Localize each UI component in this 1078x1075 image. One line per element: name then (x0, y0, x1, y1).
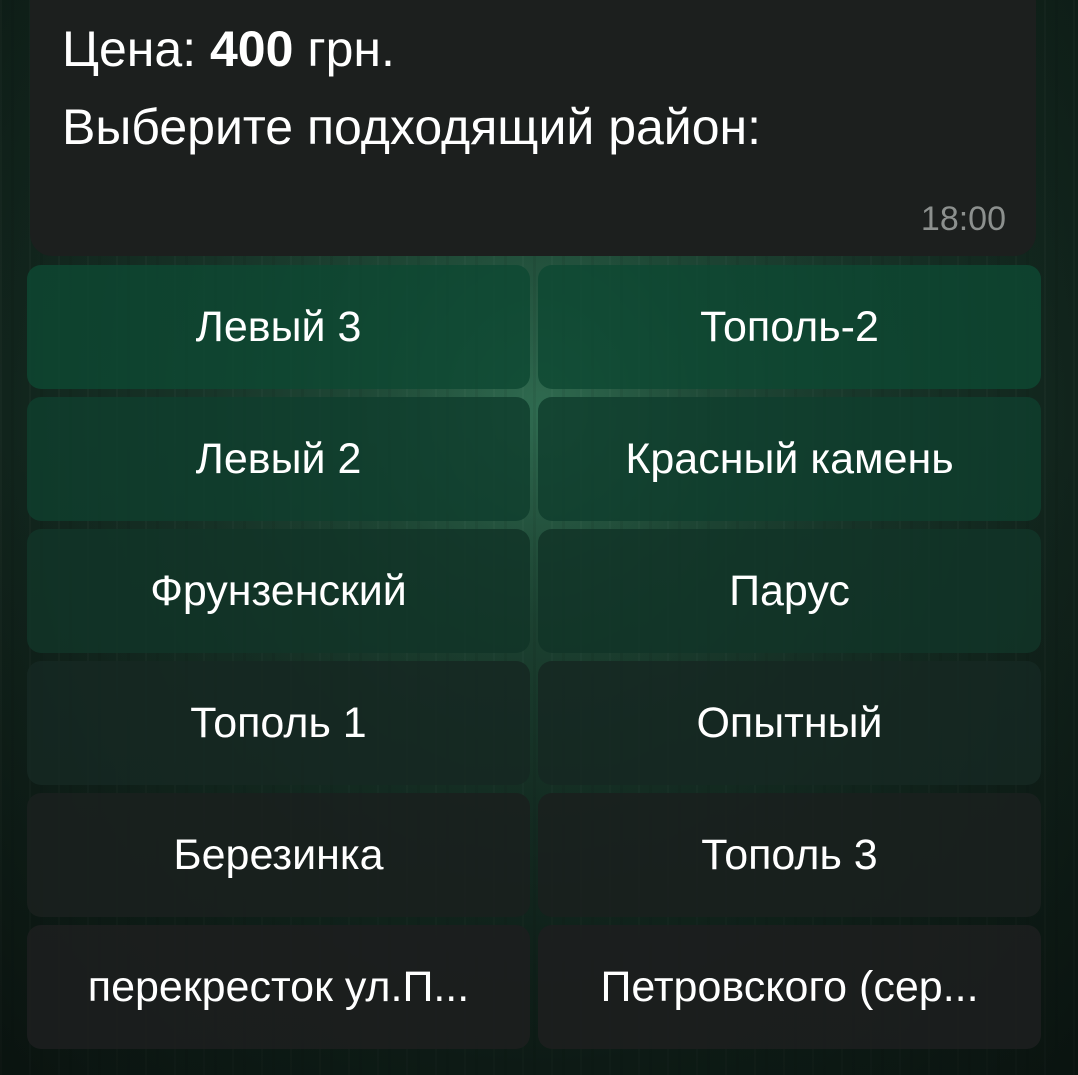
district-button-opytnyi[interactable]: Опытный (538, 661, 1041, 785)
district-button-berezinka[interactable]: Березинка (27, 793, 530, 917)
keyboard-row: Березинка Тополь 3 (27, 793, 1041, 917)
district-button-label: Левый 3 (195, 302, 362, 351)
district-button-parus[interactable]: Парус (538, 529, 1041, 653)
district-button-label: Тополь 1 (190, 698, 367, 747)
bot-message-bubble: Цена: 400 грн. Выберите подходящий район… (30, 0, 1036, 256)
district-button-label: перекресток ул.П... (87, 962, 470, 1011)
keyboard-row: Левый 2 Красный камень (27, 397, 1041, 521)
district-button-label: Березинка (173, 830, 384, 879)
district-button-label: Тополь-2 (700, 302, 879, 351)
district-button-frunzenskiy[interactable]: Фрунзенский (27, 529, 530, 653)
district-button-label: Парус (729, 566, 850, 615)
district-prompt: Выберите подходящий район: (62, 99, 762, 155)
district-button-perekrestok[interactable]: перекресток ул.П... (27, 925, 530, 1049)
price-line: Цена: 400 грн. (62, 19, 395, 79)
district-button-levyi-2[interactable]: Левый 2 (27, 397, 530, 521)
district-button-label: Петровского (сер... (600, 962, 979, 1011)
keyboard-row: перекресток ул.П... Петровского (сер... (27, 925, 1041, 1049)
district-button-levyi-3[interactable]: Левый 3 (27, 265, 530, 389)
district-button-label: Красный камень (625, 434, 954, 483)
district-button-label: Левый 2 (195, 434, 362, 483)
district-button-topol-1[interactable]: Тополь 1 (27, 661, 530, 785)
keyboard-row: Левый 3 Тополь-2 (27, 265, 1041, 389)
inline-keyboard: Левый 3 Тополь-2 Левый 2 Красный камень … (27, 265, 1041, 1057)
district-button-label: Тополь 3 (701, 830, 878, 879)
price-unit: грн. (293, 21, 395, 77)
price-value: 400 (210, 21, 294, 77)
message-timestamp: 18:00 (920, 200, 1006, 238)
keyboard-row: Фрунзенский Парус (27, 529, 1041, 653)
district-button-topol-3[interactable]: Тополь 3 (538, 793, 1041, 917)
district-button-petrovskogo[interactable]: Петровского (сер... (538, 925, 1041, 1049)
district-button-label: Опытный (696, 698, 883, 747)
district-button-krasnyi-kamen[interactable]: Красный камень (538, 397, 1041, 521)
price-label: Цена: (62, 21, 210, 77)
district-button-topol-2[interactable]: Тополь-2 (538, 265, 1041, 389)
keyboard-row: Тополь 1 Опытный (27, 661, 1041, 785)
district-button-label: Фрунзенский (150, 566, 407, 615)
